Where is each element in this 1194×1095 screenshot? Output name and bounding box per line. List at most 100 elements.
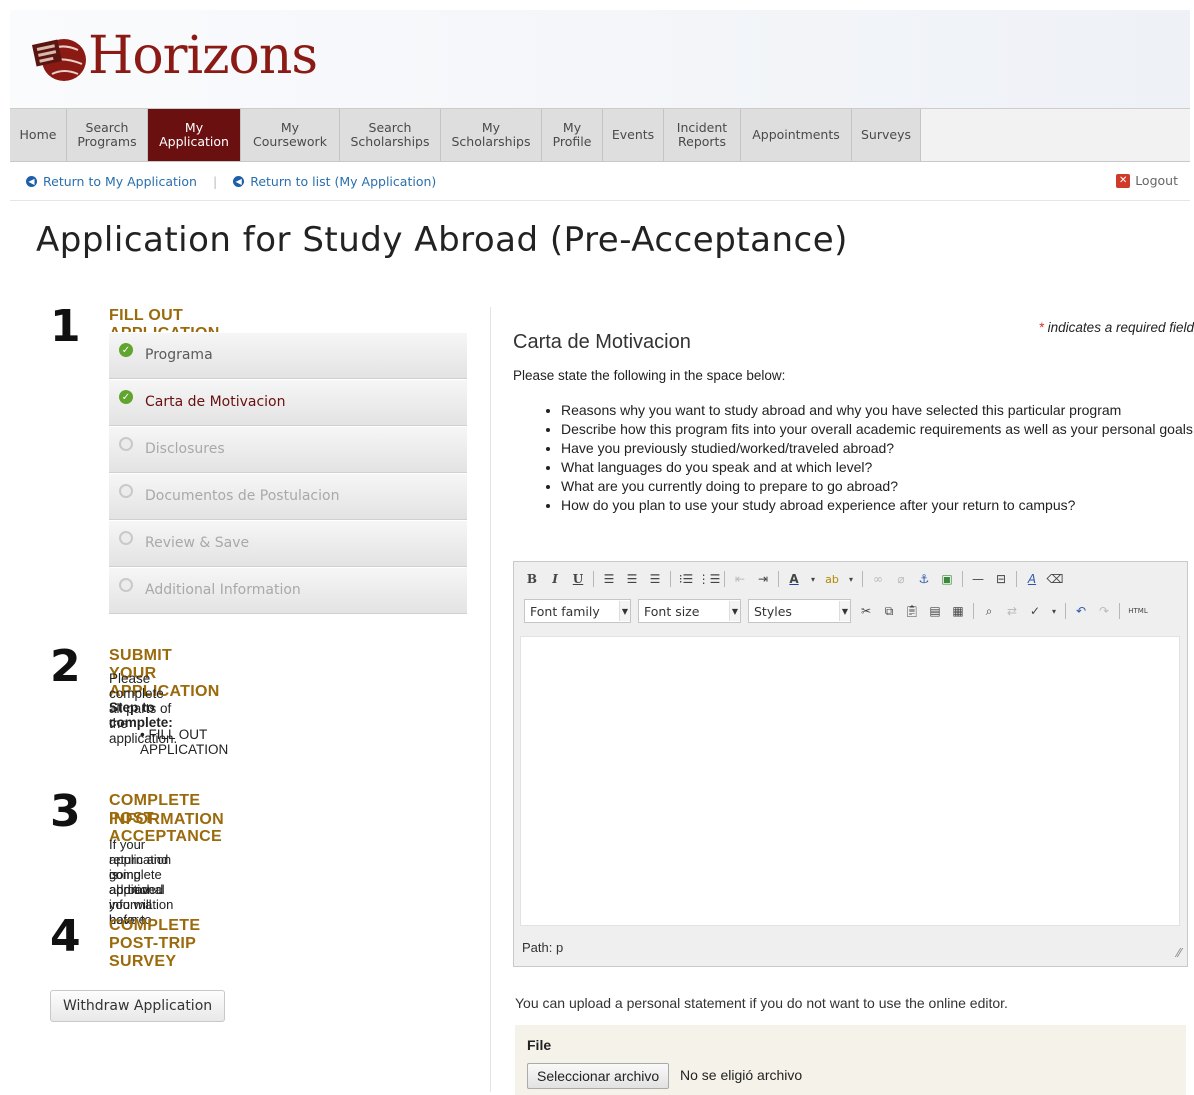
step-2-number: 2 bbox=[50, 641, 81, 692]
main-nav: Home Search Programs My Application My C… bbox=[10, 108, 1190, 162]
empty-circle-icon bbox=[119, 437, 133, 451]
nav-appointments[interactable]: Appointments bbox=[741, 109, 852, 161]
chevron-down-icon[interactable]: ▾ bbox=[809, 571, 817, 587]
instruction-item: Reasons why you want to study abroad and… bbox=[561, 401, 1194, 420]
chevron-down-icon[interactable]: ▾ bbox=[1050, 603, 1058, 619]
paste-text-icon[interactable]: ▤ bbox=[927, 603, 943, 619]
text-color-icon[interactable]: A bbox=[786, 571, 802, 587]
nav-my-scholarships[interactable]: My Scholarships bbox=[441, 109, 542, 161]
image-icon[interactable]: ▣ bbox=[939, 571, 955, 587]
nav-home[interactable]: Home bbox=[10, 109, 67, 161]
chevron-down-icon: ▼ bbox=[729, 601, 740, 621]
nav-surveys[interactable]: Surveys bbox=[852, 109, 921, 161]
editor-content-area[interactable] bbox=[520, 636, 1180, 926]
horizontal-rule-icon[interactable]: — bbox=[970, 571, 986, 587]
toolbar-separator bbox=[778, 571, 779, 587]
nav-search-programs[interactable]: Search Programs bbox=[67, 109, 148, 161]
step-3-number: 3 bbox=[50, 786, 81, 837]
section-label: Disclosures bbox=[145, 441, 225, 457]
section-instructions: Please state the following in the space … bbox=[513, 368, 786, 383]
return-to-list-label: Return to list (My Application) bbox=[250, 173, 437, 189]
underline-icon[interactable]: U bbox=[570, 571, 586, 587]
choose-file-button[interactable]: Seleccionar archivo bbox=[527, 1063, 670, 1089]
toolbar-separator bbox=[1119, 603, 1120, 619]
outdent-icon[interactable]: ⇤ bbox=[732, 571, 748, 587]
italic-icon[interactable]: I bbox=[547, 571, 563, 587]
return-to-application-link[interactable]: ◀ Return to My Application bbox=[26, 174, 197, 189]
nav-search-scholarships[interactable]: Search Scholarships bbox=[340, 109, 441, 161]
nav-incident-reports[interactable]: Incident Reports bbox=[664, 109, 741, 161]
logout-link[interactable]: ✕ Logout bbox=[1116, 173, 1178, 188]
remove-format-icon[interactable]: A bbox=[1024, 571, 1040, 587]
link-separator: | bbox=[212, 173, 218, 189]
instruction-item: Describe how this program fits into your… bbox=[561, 420, 1194, 439]
section-review-save[interactable]: Review & Save bbox=[109, 520, 467, 567]
section-disclosures[interactable]: Disclosures bbox=[109, 426, 467, 473]
page-title: Application for Study Abroad (Pre-Accept… bbox=[36, 220, 848, 260]
nav-my-profile[interactable]: My Profile bbox=[542, 109, 603, 161]
section-label: Programa bbox=[145, 347, 213, 363]
chevron-down-icon[interactable]: ▾ bbox=[847, 571, 855, 587]
align-center-icon[interactable]: ☰ bbox=[624, 571, 640, 587]
spellcheck-icon[interactable]: ✓ bbox=[1027, 603, 1043, 619]
html-source-icon[interactable]: HTML bbox=[1127, 603, 1149, 619]
styles-select[interactable]: Styles ▼ bbox=[748, 599, 851, 623]
bullet-list-icon[interactable]: ⁝☰ bbox=[678, 571, 694, 587]
editor-toolbar-row-1: B I U ☰ ☰ ☰ ⁝☰ ⋮☰ ⇤ ⇥ A ▾ ab ▾ ∞ ⌀ ⚓ ▣ —… bbox=[524, 571, 1063, 587]
step-1-number: 1 bbox=[50, 301, 81, 352]
nav-my-application[interactable]: My Application bbox=[148, 109, 241, 161]
step-2-list-item: • FILL OUT APPLICATION bbox=[140, 727, 229, 757]
bold-icon[interactable]: B bbox=[524, 571, 540, 587]
indent-icon[interactable]: ⇥ bbox=[755, 571, 771, 587]
font-size-value: Font size bbox=[644, 603, 700, 619]
section-additional-information[interactable]: Additional Information bbox=[109, 567, 467, 614]
section-label: Carta de Motivacion bbox=[145, 394, 286, 410]
page-break-icon[interactable]: ⊟ bbox=[993, 571, 1009, 587]
column-divider bbox=[490, 307, 491, 1092]
eraser-icon[interactable]: ⌫ bbox=[1047, 571, 1064, 587]
section-heading: Carta de Motivacion bbox=[513, 331, 691, 353]
nav-events[interactable]: Events bbox=[603, 109, 664, 161]
section-programa[interactable]: ✓ Programa bbox=[109, 332, 467, 379]
instruction-item: Have you previously studied/worked/trave… bbox=[561, 439, 1194, 458]
anchor-icon[interactable]: ⚓ bbox=[916, 571, 932, 587]
return-to-application-label: Return to My Application bbox=[43, 173, 197, 189]
find-icon[interactable]: ⌕ bbox=[981, 603, 997, 619]
align-right-icon[interactable]: ☰ bbox=[647, 571, 663, 587]
replace-icon[interactable]: ⇄ bbox=[1004, 603, 1020, 619]
logo[interactable]: Horizons bbox=[30, 28, 318, 84]
numbered-list-icon[interactable]: ⋮☰ bbox=[698, 571, 721, 587]
section-documentos-de-postulacion[interactable]: Documentos de Postulacion bbox=[109, 473, 467, 520]
section-label: Documentos de Postulacion bbox=[145, 488, 340, 504]
highlight-color-icon[interactable]: ab bbox=[824, 571, 840, 587]
font-family-select[interactable]: Font family ▼ bbox=[524, 599, 631, 623]
application-sections: ✓ Programa ✓ Carta de Motivacion Disclos… bbox=[109, 332, 467, 614]
paste-icon[interactable]: 📋︎ bbox=[904, 603, 920, 619]
return-to-list-link[interactable]: ◀ Return to list (My Application) bbox=[233, 174, 436, 189]
section-carta-de-motivacion[interactable]: ✓ Carta de Motivacion bbox=[109, 379, 467, 426]
empty-circle-icon bbox=[119, 578, 133, 592]
instruction-item: What are you currently doing to prepare … bbox=[561, 477, 1194, 496]
cut-icon[interactable]: ✂ bbox=[858, 603, 874, 619]
subnav-bar: ◀ Return to My Application | ◀ Return to… bbox=[10, 162, 1190, 201]
section-label: Additional Information bbox=[145, 582, 301, 598]
nav-my-coursework[interactable]: My Coursework bbox=[241, 109, 340, 161]
undo-icon[interactable]: ↶ bbox=[1073, 603, 1089, 619]
step-2-list-item-label: FILL OUT APPLICATION bbox=[140, 727, 229, 757]
editor-toolbar-row-2: Font family ▼ Font size ▼ Styles ▼ ✂ ⧉ 📋︎ ▤… bbox=[524, 599, 1149, 623]
paste-word-icon[interactable]: ▦ bbox=[950, 603, 966, 619]
font-size-select[interactable]: Font size ▼ bbox=[638, 599, 741, 623]
step-3-text-line-3: going abroad. bbox=[109, 867, 154, 897]
required-note-text: indicates a required field bbox=[1043, 320, 1194, 335]
unlink-icon[interactable]: ⌀ bbox=[893, 571, 909, 587]
toolbar-separator bbox=[593, 571, 594, 587]
resize-handle-icon[interactable]: ⁄⁄ bbox=[1177, 946, 1181, 960]
arrow-left-circle-icon: ◀ bbox=[233, 175, 245, 187]
link-icon[interactable]: ∞ bbox=[870, 571, 886, 587]
withdraw-application-button[interactable]: Withdraw Application bbox=[50, 990, 226, 1022]
redo-icon[interactable]: ↷ bbox=[1096, 603, 1112, 619]
align-left-icon[interactable]: ☰ bbox=[601, 571, 617, 587]
no-file-chosen-text: No se eligió archivo bbox=[680, 1067, 803, 1083]
copy-icon[interactable]: ⧉ bbox=[881, 603, 897, 619]
instruction-item: How do you plan to use your study abroad… bbox=[561, 496, 1194, 515]
